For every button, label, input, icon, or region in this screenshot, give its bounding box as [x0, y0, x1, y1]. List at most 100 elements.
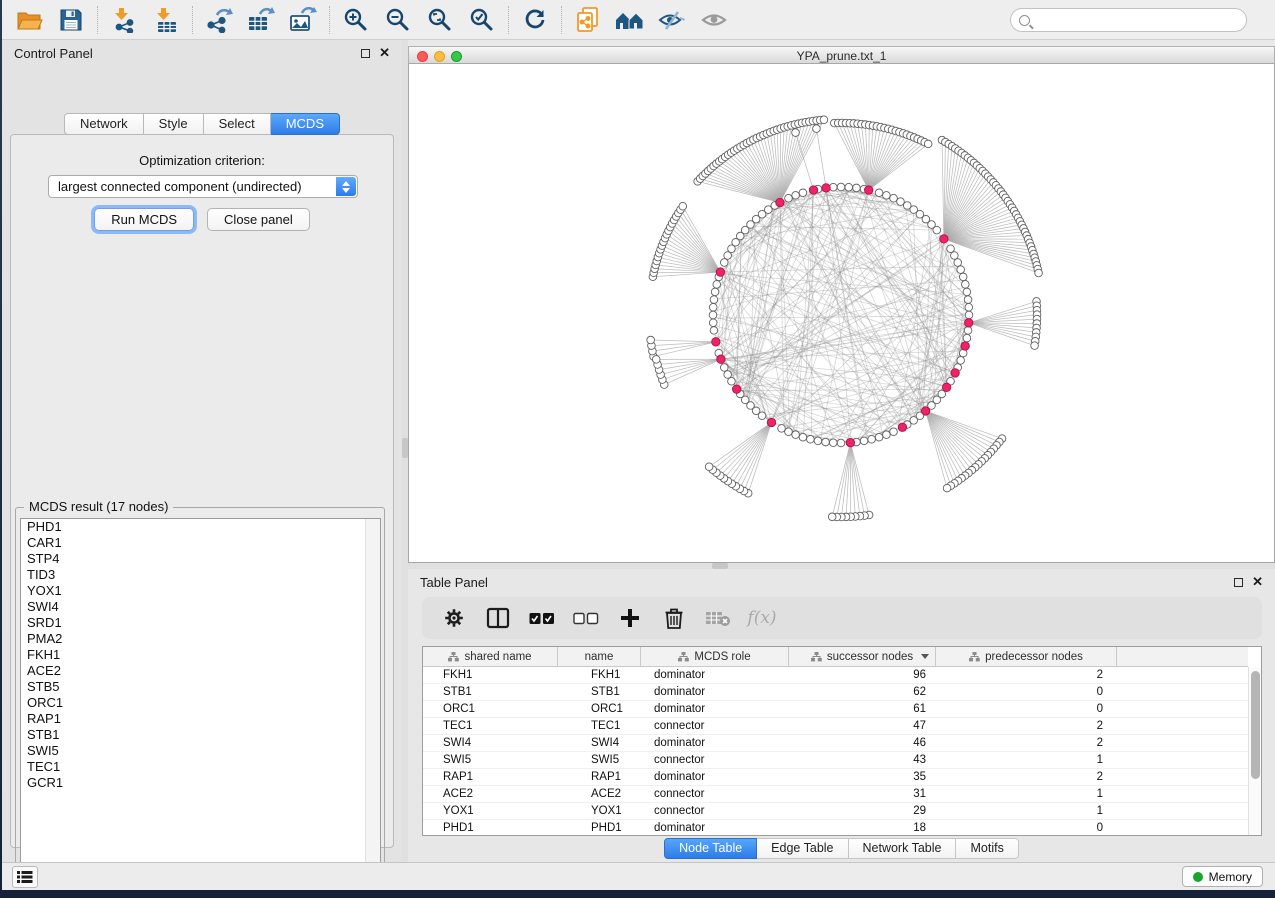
- close-panel-icon[interactable]: ✕: [379, 45, 390, 61]
- mcds-result-item[interactable]: ACE2: [21, 663, 380, 679]
- table-row[interactable]: TEC1TEC1connector472: [423, 718, 1248, 735]
- mcds-result-item[interactable]: PHD1: [21, 519, 380, 535]
- hierarchy-icon: [678, 652, 689, 662]
- refresh-button[interactable]: [514, 3, 556, 37]
- mcds-result-item[interactable]: TID3: [21, 567, 380, 583]
- tab-select[interactable]: Select: [204, 113, 271, 135]
- clone-network-button[interactable]: [567, 3, 609, 37]
- mcds-result-item[interactable]: FKH1: [21, 647, 380, 663]
- network-window: YPA_prune.txt_1: [408, 46, 1275, 563]
- network-canvas[interactable]: [408, 64, 1275, 563]
- memory-button[interactable]: Memory: [1182, 866, 1263, 887]
- mcds-result-item[interactable]: STP4: [21, 551, 380, 567]
- float-panel-icon[interactable]: [361, 49, 370, 58]
- hide-panel-icon: [658, 8, 686, 32]
- mcds-result-item[interactable]: PMA2: [21, 631, 380, 647]
- tab-motifs[interactable]: Motifs: [956, 838, 1018, 859]
- column-header-shared-name[interactable]: shared name: [423, 647, 558, 667]
- run-mcds-button[interactable]: Run MCDS: [94, 208, 194, 231]
- table-row[interactable]: FKH1FKH1dominator962: [423, 667, 1248, 684]
- table-cell: connector: [641, 803, 789, 819]
- zoom-selected-icon: [469, 7, 495, 33]
- show-panel-icon: [700, 8, 728, 32]
- mcds-result-item[interactable]: SWI4: [21, 599, 380, 615]
- open-session-button[interactable]: [8, 3, 50, 37]
- sort-menu-icon[interactable]: [921, 654, 929, 659]
- table-row[interactable]: SWI5SWI5connector431: [423, 752, 1248, 769]
- table-row[interactable]: RAP1RAP1dominator352: [423, 769, 1248, 786]
- mcds-result-item[interactable]: SWI5: [21, 743, 380, 759]
- zoom-fit-button[interactable]: [419, 3, 461, 37]
- table-row[interactable]: ACE2ACE2connector311: [423, 786, 1248, 803]
- main-area: Control Panel ✕ NetworkStyleSelectMCDS O…: [2, 40, 1275, 862]
- mcds-result-item[interactable]: YOX1: [21, 583, 380, 599]
- export-network-button[interactable]: [198, 3, 240, 37]
- export-table-button[interactable]: [240, 3, 282, 37]
- deselect-all-button[interactable]: [572, 604, 600, 632]
- delete-button[interactable]: [660, 604, 688, 632]
- tab-style[interactable]: Style: [144, 113, 204, 135]
- table-cell: STB1: [558, 684, 641, 700]
- table-row[interactable]: STB1STB1dominator620: [423, 684, 1248, 701]
- zoom-selected-button[interactable]: [461, 3, 503, 37]
- save-session-button[interactable]: [50, 3, 92, 37]
- optimization-criterion-select[interactable]: largest connected component (undirected): [48, 175, 358, 198]
- table-row[interactable]: SWI4SWI4dominator462: [423, 735, 1248, 752]
- mcds-result-item[interactable]: RAP1: [21, 711, 380, 727]
- show-columns-button[interactable]: [484, 604, 512, 632]
- search-input[interactable]: [1036, 12, 1246, 28]
- export-image-button[interactable]: [282, 3, 324, 37]
- float-panel-icon[interactable]: [1234, 578, 1243, 587]
- table-cell: dominator: [641, 735, 789, 751]
- show-panels-button[interactable]: [12, 866, 38, 888]
- mcds-result-item[interactable]: SRD1: [21, 615, 380, 631]
- tab-network-table[interactable]: Network Table: [849, 838, 957, 859]
- mcds-result-item[interactable]: STB1: [21, 727, 380, 743]
- mcds-result-item[interactable]: CAR1: [21, 535, 380, 551]
- mcds-result-item[interactable]: TEC1: [21, 759, 380, 775]
- function-builder-button[interactable]: f(x): [748, 604, 776, 632]
- table-panel-titlebar: Table Panel ✕: [408, 569, 1275, 595]
- column-header-name[interactable]: name: [558, 647, 641, 667]
- hide-panel-button[interactable]: [651, 3, 693, 37]
- close-panel-icon[interactable]: ✕: [1252, 574, 1263, 590]
- trash-icon: [664, 607, 684, 630]
- table-row[interactable]: PHD1PHD1dominator180: [423, 820, 1248, 836]
- table-settings-button[interactable]: [440, 604, 468, 632]
- tab-edge-table[interactable]: Edge Table: [757, 838, 848, 859]
- column-header-MCDS-role[interactable]: MCDS role: [641, 647, 789, 667]
- show-panel-button[interactable]: [693, 3, 735, 37]
- add-column-button[interactable]: [616, 604, 644, 632]
- close-panel-button[interactable]: Close panel: [207, 208, 310, 231]
- delete-table-button[interactable]: [704, 604, 732, 632]
- column-header-predecessor-nodes[interactable]: predecessor nodes: [936, 647, 1117, 667]
- toolbar-separator: [192, 6, 193, 34]
- main-toolbar: [2, 0, 1275, 40]
- table-row[interactable]: ORC1ORC1dominator610: [423, 701, 1248, 718]
- memory-status-icon: [1193, 872, 1203, 882]
- column-header-successor-nodes[interactable]: successor nodes: [789, 647, 936, 667]
- tab-mcds[interactable]: MCDS: [271, 113, 340, 135]
- export-table-icon: [247, 7, 275, 33]
- table-scrollbar-thumb[interactable]: [1251, 671, 1260, 779]
- mcds-list-scrollbar[interactable]: [365, 519, 380, 872]
- control-panel-titlebar: Control Panel ✕: [2, 40, 402, 66]
- mcds-result-item[interactable]: ORC1: [21, 695, 380, 711]
- select-all-button[interactable]: [528, 604, 556, 632]
- zoom-in-button[interactable]: [335, 3, 377, 37]
- mcds-result-item[interactable]: STB5: [21, 679, 380, 695]
- import-table-button[interactable]: [145, 3, 187, 37]
- network-graph[interactable]: [409, 64, 1275, 563]
- table-row[interactable]: YOX1YOX1connector291: [423, 803, 1248, 820]
- tab-node-table[interactable]: Node Table: [664, 838, 757, 859]
- network-overview-button[interactable]: [609, 3, 651, 37]
- control-panel: Control Panel ✕ NetworkStyleSelectMCDS O…: [2, 40, 402, 862]
- table-scrollbar[interactable]: [1248, 667, 1261, 835]
- table-cell: 35: [789, 769, 936, 785]
- tab-network[interactable]: Network: [64, 113, 144, 135]
- export-image-icon: [289, 7, 317, 33]
- table-cell: 31: [789, 786, 936, 802]
- import-network-button[interactable]: [103, 3, 145, 37]
- zoom-out-button[interactable]: [377, 3, 419, 37]
- mcds-result-item[interactable]: GCR1: [21, 775, 380, 791]
